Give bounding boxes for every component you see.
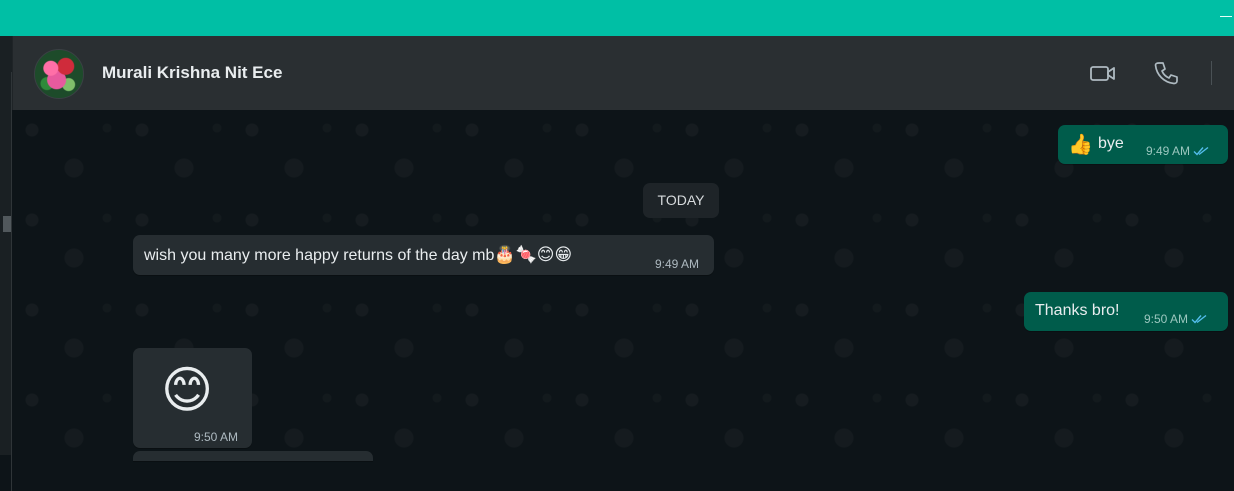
minimize-icon[interactable] <box>1220 16 1232 17</box>
message-text: bye <box>1098 135 1124 152</box>
thumbs-up-icon: 👍 <box>1068 132 1093 156</box>
message-time: 9:49 AM <box>1146 144 1191 158</box>
chat-header[interactable]: Murali Krishna Nit Ece <box>12 36 1234 110</box>
title-bar <box>0 0 1234 36</box>
message-text: Thanks bro! <box>1035 302 1120 319</box>
message-time: 9:49 AM <box>655 257 700 271</box>
message-outgoing[interactable]: Thanks bro! 9:50 AM <box>1024 292 1228 331</box>
phone-icon[interactable] <box>1153 60 1179 91</box>
message-area[interactable]: 👍 bye 9:49 AM TODAY wish you many more h… <box>12 110 1234 461</box>
contact-avatar[interactable] <box>34 49 84 99</box>
message-emoji: 🎂🍬😊😁 <box>494 245 573 265</box>
message-incoming[interactable]: 😊 9:50 AM <box>133 348 252 448</box>
message-text-body: wish you many more happy returns of the … <box>144 247 495 264</box>
message-time: 9:50 AM <box>194 430 239 444</box>
message-incoming[interactable]: wish you many more happy returns of the … <box>133 235 714 275</box>
message-incoming[interactable] <box>133 451 373 461</box>
date-separator: TODAY <box>643 183 719 218</box>
double-check-icon <box>1193 146 1209 156</box>
video-camera-icon[interactable] <box>1089 60 1117 91</box>
message-text: wish you many more happy returns of the … <box>144 245 572 265</box>
double-check-icon <box>1191 314 1207 324</box>
message-outgoing[interactable]: 👍 bye 9:49 AM <box>1058 125 1228 164</box>
left-pane-edge <box>0 36 12 491</box>
smiling-face-icon: 😊 <box>161 361 214 419</box>
message-meta: 9:49 AM <box>1146 144 1209 158</box>
contact-name[interactable]: Murali Krishna Nit Ece <box>102 63 282 83</box>
message-time: 9:50 AM <box>1144 312 1189 326</box>
scrollbar-thumb[interactable] <box>3 216 11 232</box>
message-meta: 9:50 AM <box>1144 312 1207 326</box>
header-divider <box>1211 61 1212 85</box>
